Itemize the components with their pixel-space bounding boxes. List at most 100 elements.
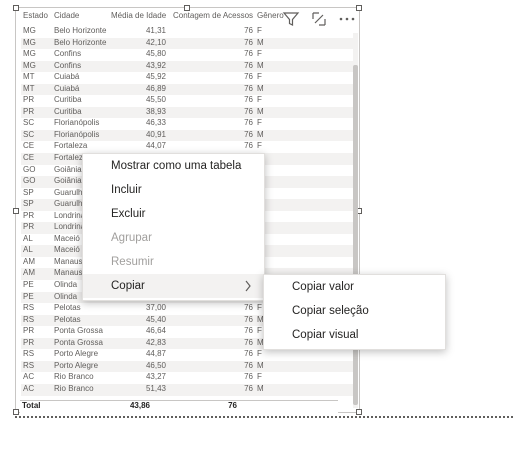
cell-cidade: Ponta Grossa (54, 337, 103, 347)
menu-item-agrupar: Agrupar (111, 232, 152, 244)
menu-item-excluir[interactable]: Excluir (83, 202, 264, 226)
table-row[interactable]: SC Florianópolis 46,33 76 F (21, 118, 353, 130)
header-genero[interactable]: Gênero (257, 11, 284, 20)
header-media-idade[interactable]: Média de Idade (111, 11, 166, 20)
visual-header-icons (282, 10, 357, 30)
focus-mode-icon[interactable] (310, 10, 328, 28)
cell-cidade: Fortaleza (54, 141, 88, 151)
cell-media-idade: 45,50 (145, 95, 166, 105)
cell-cidade: Curitiba (54, 95, 82, 105)
vertical-scrollbar[interactable] (353, 33, 358, 408)
cell-genero: M (257, 129, 264, 139)
cell-cidade: Ponta Grossa (54, 326, 103, 336)
cell-estado: GO (23, 164, 36, 174)
cell-genero: F (257, 326, 262, 336)
more-options-icon[interactable] (338, 10, 356, 28)
cell-contagem-acessos: 76 (244, 337, 253, 347)
cell-cidade: Rio Branco (54, 372, 94, 382)
cell-media-idade: 45,80 (145, 49, 166, 59)
cell-contagem-acessos: 76 (244, 314, 253, 324)
cell-genero: F (257, 72, 262, 82)
cell-estado: AM (23, 268, 35, 278)
table-row[interactable]: SC Florianópolis 40,91 76 M (21, 129, 353, 142)
table-row[interactable]: MG Confins 45,80 76 F (21, 49, 353, 61)
cell-estado: MG (23, 49, 36, 59)
cell-cidade: Rio Branco (54, 383, 94, 393)
cell-contagem-acessos: 76 (244, 95, 253, 105)
header-contagem-acessos[interactable]: Contagem de Acessos (173, 11, 253, 20)
total-contagem: 76 (228, 401, 237, 410)
submenu-item-copiar-selecao[interactable]: Copiar seleção (264, 299, 445, 323)
cell-cidade: Goiânia (54, 176, 82, 186)
cell-cidade: Cuiabá (54, 72, 80, 82)
cell-estado: RS (23, 303, 35, 313)
cell-media-idade: 51,43 (145, 383, 166, 393)
table-row[interactable]: CE Fortaleza 44,07 76 F (21, 141, 353, 153)
cell-estado: MT (23, 83, 35, 93)
menu-item-incluir[interactable]: Incluir (83, 178, 264, 202)
cell-cidade: Porto Alegre (54, 349, 99, 359)
submenu-item-copiar-visual[interactable]: Copiar visual (264, 323, 445, 347)
cell-estado: MT (23, 72, 35, 82)
header-estado[interactable]: Estado (23, 11, 48, 20)
scrollbar-thumb[interactable] (353, 65, 358, 405)
cell-media-idade: 37,00 (145, 303, 166, 313)
table-row[interactable]: MG Belo Horizonte 42,10 76 M (21, 37, 353, 50)
menu-item-mostrar-tabela[interactable]: Mostrar como uma tabela (83, 154, 264, 178)
menu-item-copiar[interactable]: Copiar (83, 274, 264, 298)
cell-contagem-acessos: 76 (244, 349, 253, 359)
cell-contagem-acessos: 76 (244, 360, 253, 370)
resize-handle-br[interactable] (356, 409, 362, 415)
cell-cidade: Cuiabá (54, 83, 80, 93)
table-row[interactable]: PR Curitiba 45,50 76 F (21, 95, 353, 107)
cell-contagem-acessos: 76 (244, 129, 253, 139)
filter-icon[interactable] (282, 10, 300, 28)
cell-genero: M (257, 383, 264, 393)
cell-estado: AL (23, 233, 33, 243)
resize-handle-left[interactable] (13, 208, 19, 214)
menu-item-copiar-label: Copiar (111, 280, 145, 292)
table-row[interactable]: RS Porto Alegre 44,87 76 F (21, 349, 353, 361)
cell-media-idade: 46,64 (145, 326, 166, 336)
cell-contagem-acessos: 76 (244, 383, 253, 393)
cell-estado: AC (23, 383, 35, 393)
cell-media-idade: 46,33 (145, 118, 166, 128)
cell-genero: F (257, 49, 262, 59)
total-label: Total (22, 401, 41, 410)
resize-handle-tl[interactable] (13, 5, 19, 11)
cell-estado: CE (23, 153, 35, 163)
cell-estado: RS (23, 360, 35, 370)
cell-genero: M (257, 83, 264, 93)
submenu-item-copiar-valor[interactable]: Copiar valor (264, 275, 445, 299)
total-row: Total 43,86 76 (20, 400, 338, 415)
cell-estado: CE (23, 141, 35, 151)
menu-item-resumir: Resumir (111, 256, 154, 268)
cell-contagem-acessos: 76 (244, 26, 253, 35)
cell-genero: F (257, 26, 262, 35)
table-row[interactable]: AC Rio Branco 43,27 76 F (21, 372, 353, 384)
table-row[interactable]: RS Porto Alegre 46,50 76 M (21, 360, 353, 373)
table-row[interactable]: PR Curitiba 38,93 76 M (21, 106, 353, 119)
cell-estado: PR (23, 95, 35, 105)
cell-estado: PR (23, 210, 35, 220)
cell-estado: PR (23, 337, 35, 347)
cell-cidade: Belo Horizonte (54, 26, 107, 35)
table-row[interactable]: MT Cuiabá 46,89 76 M (21, 83, 353, 96)
table-row[interactable]: MT Cuiabá 45,92 76 F (21, 72, 353, 84)
cell-media-idade: 38,93 (145, 106, 166, 116)
cell-genero: F (257, 95, 262, 105)
cell-media-idade: 44,87 (145, 349, 166, 359)
resize-handle-bl[interactable] (13, 409, 19, 415)
page-divider (15, 416, 513, 418)
table-row[interactable]: MG Confins 43,92 76 M (21, 60, 353, 73)
cell-media-idade: 45,40 (145, 314, 166, 324)
table-row[interactable]: AC Rio Branco 51,43 76 M (21, 383, 353, 396)
cell-cidade: Olinda (54, 280, 78, 290)
cell-estado: PR (23, 326, 35, 336)
cell-media-idade: 44,07 (145, 141, 166, 151)
cell-genero: M (257, 360, 264, 370)
cell-estado: MG (23, 26, 36, 35)
header-cidade[interactable]: Cidade (54, 11, 79, 20)
cell-cidade: Florianópolis (54, 129, 100, 139)
cell-media-idade: 46,89 (145, 83, 166, 93)
